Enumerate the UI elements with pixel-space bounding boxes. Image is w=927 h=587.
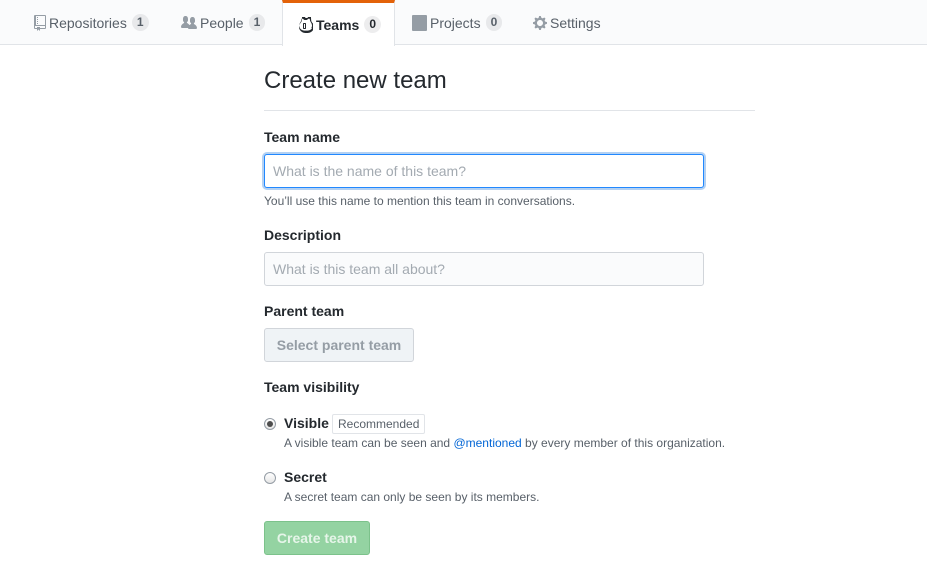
visible-desc-text-end: by every member of this organization. <box>521 436 726 450</box>
tab-label: Settings <box>550 14 601 31</box>
team-visibility-label: Team visibility <box>264 379 360 395</box>
tab-label: Teams <box>316 16 360 33</box>
org-tab-bar: Repositories 1 People 1 Teams 0 Projects… <box>0 0 927 46</box>
tab-projects[interactable]: Projects 0 <box>412 0 503 45</box>
people-icon <box>181 15 197 31</box>
tab-label: Projects <box>430 14 481 31</box>
secret-radio[interactable] <box>264 472 276 484</box>
visible-desc-text: A visible team can be seen and <box>284 436 454 450</box>
tab-repositories[interactable]: Repositories 1 <box>34 0 149 45</box>
select-parent-team-button[interactable]: Select parent team <box>264 328 414 362</box>
gear-icon <box>533 15 547 31</box>
tab-label: People <box>200 14 244 31</box>
create-team-button[interactable]: Create team <box>264 521 370 555</box>
description-input[interactable] <box>264 252 704 286</box>
team-name-label: Team name <box>264 129 340 145</box>
secret-option-title: Secret <box>284 469 327 485</box>
visible-option-title: Visible <box>284 415 329 431</box>
project-icon <box>412 14 427 31</box>
visible-option-description: A visible team can be seen and @mentione… <box>284 436 725 450</box>
secret-option-description: A secret team can only be seen by its me… <box>284 490 540 504</box>
parent-team-label: Parent team <box>264 303 345 319</box>
mentioned-link[interactable]: @mentioned <box>453 436 521 450</box>
tab-teams[interactable]: Teams 0 <box>282 0 395 46</box>
teams-count: 0 <box>364 16 382 33</box>
repositories-count: 1 <box>131 14 149 31</box>
tab-settings[interactable]: Settings <box>533 0 601 45</box>
visible-radio[interactable] <box>264 418 276 430</box>
team-name-input[interactable] <box>264 154 704 188</box>
description-label: Description <box>264 227 342 243</box>
projects-count: 0 <box>485 14 503 31</box>
tab-label: Repositories <box>49 14 127 31</box>
recommended-badge: Recommended <box>332 414 426 434</box>
team-name-note: You’ll use this name to mention this tea… <box>264 194 576 208</box>
tab-people[interactable]: People 1 <box>181 0 266 45</box>
people-count: 1 <box>248 14 266 31</box>
page-title: Create new team <box>264 67 755 111</box>
jersey-icon <box>299 16 313 33</box>
repo-icon <box>34 14 46 31</box>
